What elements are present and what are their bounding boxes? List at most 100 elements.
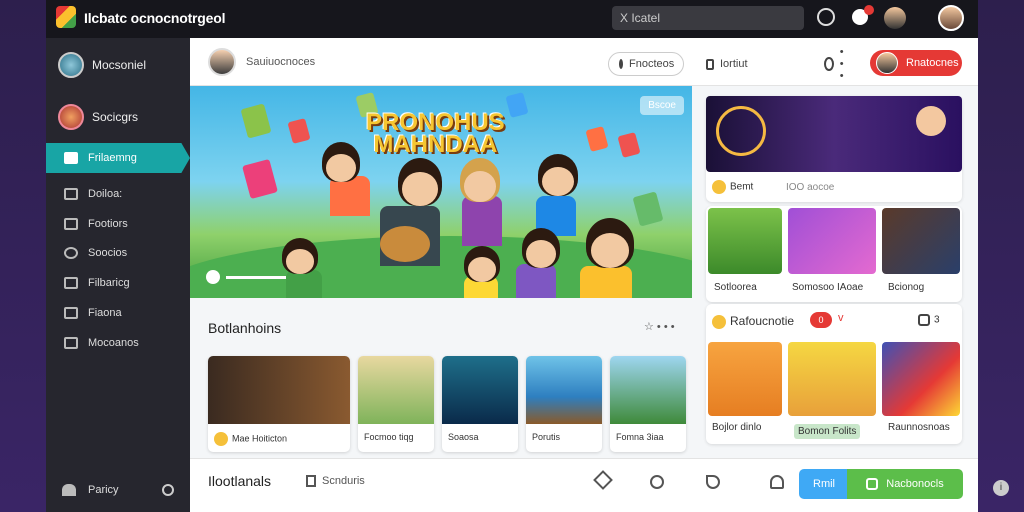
header-red-button[interactable]: Rnatocnes	[870, 50, 962, 76]
pizza-icon	[58, 104, 84, 130]
app-title: Ilcbatc ocnocnotrgeol	[84, 10, 226, 26]
hero-chip[interactable]: Bscoe	[640, 96, 684, 115]
feature-label: Bemt	[712, 180, 753, 194]
header-search-button[interactable]: Fnocteos	[608, 52, 684, 76]
feature-thumbnail	[706, 96, 962, 172]
character-head	[538, 154, 578, 196]
row-thumbnail[interactable]	[882, 208, 960, 274]
sidebar-user[interactable]: Mocsoniel	[58, 52, 146, 78]
like-icon	[918, 314, 930, 326]
character-head	[464, 246, 500, 282]
row-thumbnail[interactable]	[708, 208, 782, 274]
character-head	[282, 238, 318, 274]
character-head	[586, 218, 634, 268]
smile-icon	[712, 180, 726, 194]
hero-banner[interactable]: PRONOHUS MAHNDAA Bscoe	[190, 86, 692, 298]
group-title: Rafoucnotie	[712, 314, 794, 329]
star-icon[interactable]	[593, 470, 613, 490]
list-item[interactable]: Fomna 3iaa	[610, 356, 686, 452]
chat-icon	[824, 57, 834, 71]
group-count[interactable]: 3	[918, 314, 940, 326]
sidebar-footer-label[interactable]: Paricy	[88, 484, 119, 496]
sidebar-secondary[interactable]: Socicgrs	[58, 104, 138, 130]
group-thumbnail[interactable]	[788, 342, 876, 416]
chevron-down-icon[interactable]: v	[838, 312, 844, 324]
hero-title-line2: MAHNDAA	[373, 131, 498, 158]
bottom-sub-label: Scnduris	[322, 475, 365, 487]
sidebar-item-home[interactable]: Frilaemng	[46, 143, 190, 173]
settings-icon[interactable]	[162, 484, 174, 496]
bottom-bar: Ilootlanals Scnduris Rmil Nacbonocls	[190, 458, 978, 512]
avatar[interactable]	[208, 48, 236, 76]
group-thumbnail[interactable]	[708, 342, 782, 416]
share-icon[interactable]	[706, 475, 720, 489]
tile-label-text: Mae Hoiticton	[232, 433, 288, 444]
bottom-green-button[interactable]: Nacbonocls	[847, 469, 963, 499]
tile-label: Fomna 3iaa	[616, 432, 664, 442]
header-menu-dots: • • •	[839, 46, 844, 82]
feature-meta: IOO aocoe	[786, 182, 835, 193]
sidebar-item-doiloa[interactable]: Doiloa:	[46, 179, 190, 209]
hero-play[interactable]	[206, 270, 286, 284]
music-card-icon	[240, 103, 272, 139]
help-icon[interactable]: i	[993, 480, 1009, 496]
group-badge: 0	[810, 312, 832, 328]
list-item[interactable]: Porutis	[526, 356, 602, 452]
group-thumbnail[interactable]	[882, 342, 960, 416]
tile-label: Mae Hoiticton	[214, 432, 287, 446]
sidebar-item-label: Doiloa:	[88, 188, 123, 200]
row-thumbnail[interactable]	[788, 208, 876, 274]
character-head	[398, 158, 442, 206]
character-body	[286, 270, 322, 298]
sidebar-item-filbaricg[interactable]: Filbaricg	[46, 268, 190, 298]
inbox-icon	[64, 307, 78, 319]
bottom-sub[interactable]: Scnduris	[306, 475, 365, 488]
friend-avatar[interactable]	[884, 7, 906, 29]
notification-badge	[864, 5, 874, 15]
group-count-value: 3	[934, 314, 940, 326]
list-icon	[64, 337, 78, 349]
feature-label-text: Bemt	[730, 181, 754, 193]
list-item[interactable]: Mae Hoiticton	[208, 356, 350, 452]
group-title-text: Rafoucnotie	[730, 314, 795, 328]
header-second-button[interactable]: Iortiut	[696, 52, 766, 76]
top-search-input[interactable]: X Icatel	[612, 6, 804, 30]
profile-avatar[interactable]	[938, 5, 964, 31]
sidebar-item-soocios[interactable]: Soocios	[46, 238, 190, 268]
clock-icon[interactable]	[817, 8, 835, 26]
row-label: Somosoo IAoae	[792, 282, 864, 293]
sidebar-item-label: Mocoanos	[88, 337, 139, 349]
app-logo[interactable]	[56, 6, 76, 28]
music-card-icon	[632, 191, 664, 227]
main-header: Sauiuocnoces Fnocteos Iortiut • • • Rnat…	[190, 38, 978, 86]
heart-icon[interactable]	[62, 484, 76, 496]
notification-icon[interactable]	[770, 475, 784, 489]
sidebar-item-mocoanos[interactable]: Mocoanos	[46, 328, 190, 358]
music-card-icon	[287, 118, 311, 144]
character-body	[516, 264, 556, 298]
sidebar: Mocsoniel Socicgrs Frilaemng Doiloa: Foo…	[46, 38, 190, 512]
header-chat-button[interactable]: • • •	[814, 46, 860, 82]
music-card-icon	[505, 92, 529, 118]
main-panel: Sauiuocnoces Fnocteos Iortiut • • • Rnat…	[190, 38, 978, 512]
feature-card[interactable]: Bemt IOO aocoe	[706, 96, 962, 202]
home-icon	[64, 152, 78, 164]
header-search-label: Fnocteos	[629, 58, 675, 70]
bottom-green-label: Nacbonocls	[886, 478, 944, 490]
bottom-blue-button[interactable]: Rmil	[799, 469, 849, 499]
page-background-right	[978, 0, 1024, 512]
character-head	[916, 106, 946, 136]
character-body	[462, 196, 502, 246]
badge-icon	[716, 106, 766, 156]
section-actions[interactable]: ☆ • • •	[644, 320, 675, 333]
search-icon	[64, 247, 78, 259]
list-item[interactable]: Focmoo tiqg	[358, 356, 434, 452]
sidebar-item-label: Fiaona	[88, 307, 122, 319]
tile-thumbnail	[526, 356, 602, 424]
sidebar-item-fiaona[interactable]: Fiaona	[46, 298, 190, 328]
notification-icon[interactable]	[852, 5, 874, 25]
comment-icon[interactable]	[650, 475, 664, 489]
tile-thumbnail	[358, 356, 434, 424]
list-item[interactable]: Soaosa	[442, 356, 518, 452]
sidebar-item-footiors[interactable]: Footiors	[46, 209, 190, 239]
